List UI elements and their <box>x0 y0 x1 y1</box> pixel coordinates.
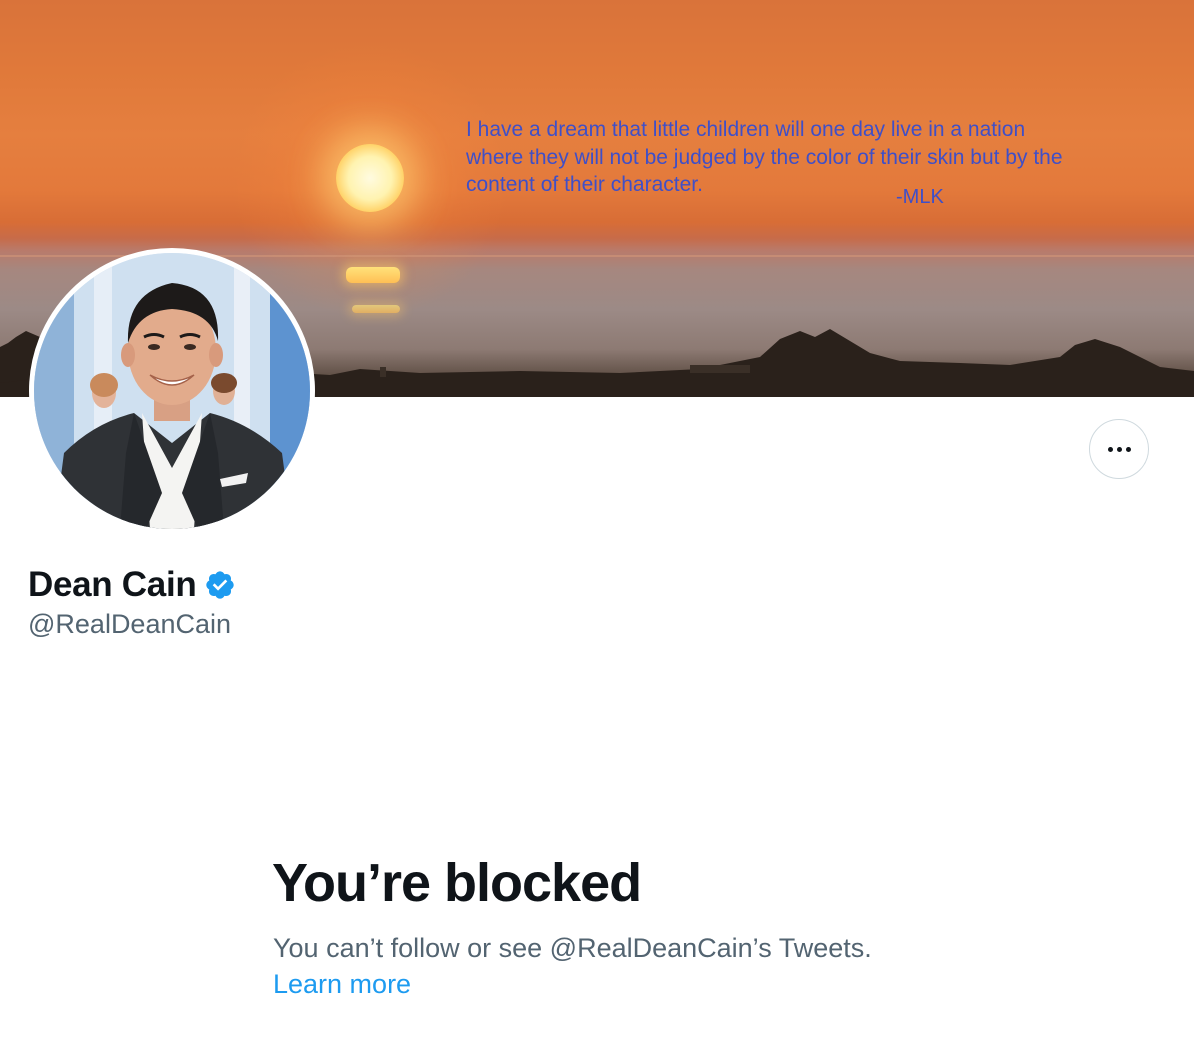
avatar-photo <box>34 253 310 529</box>
blocked-description: You can’t follow or see @RealDeanCain’s … <box>273 933 872 963</box>
profile-page: I have a dream that little children will… <box>0 0 1194 1040</box>
banner-quote: I have a dream that little children will… <box>466 118 1063 196</box>
verified-badge-icon <box>206 571 235 599</box>
learn-more-link[interactable]: Learn more <box>273 969 411 1000</box>
profile-name-row: Dean Cain <box>28 565 236 605</box>
avatar[interactable] <box>29 248 315 534</box>
more-options-icon <box>1107 446 1131 452</box>
more-options-button[interactable] <box>1089 419 1149 479</box>
banner-quote-attribution: -MLK <box>896 186 944 208</box>
sun-reflection-lower <box>352 305 400 313</box>
sun <box>336 144 404 212</box>
sun-reflection <box>346 267 400 283</box>
blocked-title: You’re blocked <box>272 853 642 913</box>
profile-handle: @RealDeanCain <box>28 609 232 639</box>
display-name: Dean Cain <box>28 565 197 604</box>
